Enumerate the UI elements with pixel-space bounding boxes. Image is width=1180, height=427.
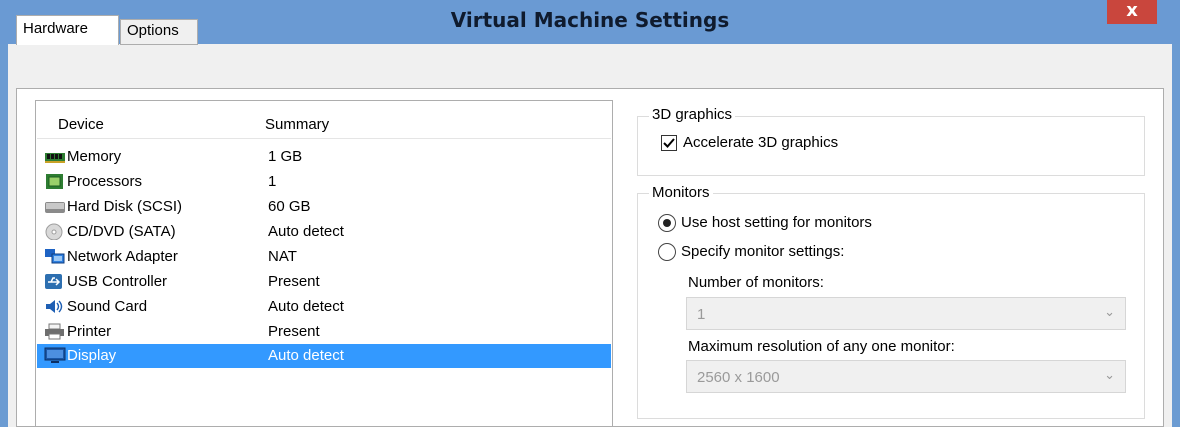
max-resolution-label: Maximum resolution of any one monitor: <box>688 338 955 355</box>
max-resolution-value: 2560 x 1600 <box>697 369 780 386</box>
device-summary: Present <box>268 323 320 340</box>
specify-monitor-radio[interactable] <box>658 243 676 261</box>
printer-icon <box>45 323 64 340</box>
display-icon <box>44 347 66 363</box>
device-summary: 1 GB <box>268 148 303 165</box>
tab-hardware[interactable]: Hardware <box>16 15 119 45</box>
device-name: Sound Card <box>67 298 148 315</box>
device-list[interactable]: Device Summary Memory 1 GB Processors 1 … <box>35 100 613 427</box>
number-of-monitors-value: 1 <box>697 306 706 323</box>
list-header: Device Summary <box>37 102 611 139</box>
chevron-down-icon: ⌄ <box>1104 367 1115 382</box>
max-resolution-select[interactable]: 2560 x 1600 ⌄ <box>686 360 1126 393</box>
sound-card-icon <box>46 300 63 313</box>
checkmark-icon <box>663 138 675 148</box>
accelerate-3d-checkbox[interactable] <box>661 135 677 151</box>
hard-disk-icon <box>45 202 65 213</box>
use-host-label[interactable]: Use host setting for monitors <box>681 214 872 231</box>
device-name: Printer <box>67 323 112 340</box>
device-name: Display <box>67 347 117 364</box>
device-name: CD/DVD (SATA) <box>67 223 176 240</box>
device-row-usb-controller[interactable]: USB Controller Present <box>37 270 611 294</box>
specify-monitor-label[interactable]: Specify monitor settings: <box>681 243 844 260</box>
device-name: Memory <box>67 148 122 165</box>
device-row-display[interactable]: Display Auto detect <box>37 344 611 368</box>
device-summary: Auto detect <box>268 347 344 364</box>
column-header-device[interactable]: Device <box>58 116 104 133</box>
close-button[interactable]: x <box>1107 0 1157 24</box>
device-summary: 1 <box>268 173 277 190</box>
monitors-group-label: Monitors <box>649 184 713 201</box>
device-row-hard-disk[interactable]: Hard Disk (SCSI) 60 GB <box>37 195 611 219</box>
use-host-radio[interactable] <box>658 214 676 232</box>
device-row-network-adapter[interactable]: Network Adapter NAT <box>37 245 611 269</box>
number-of-monitors-label: Number of monitors: <box>688 274 824 291</box>
device-summary: Auto detect <box>268 223 344 240</box>
device-name: USB Controller <box>67 273 168 290</box>
network-adapter-icon <box>45 249 65 264</box>
graphics-3d-group-label: 3D graphics <box>649 106 736 123</box>
device-name: Hard Disk (SCSI) <box>67 198 183 215</box>
device-row-cd-dvd[interactable]: CD/DVD (SATA) Auto detect <box>37 220 611 244</box>
device-name: Processors <box>67 173 143 190</box>
column-header-summary[interactable]: Summary <box>265 116 329 133</box>
usb-icon <box>45 274 62 289</box>
chevron-down-icon: ⌄ <box>1104 304 1115 319</box>
accelerate-3d-label[interactable]: Accelerate 3D graphics <box>683 134 838 151</box>
device-summary: 60 GB <box>268 198 311 215</box>
device-row-sound-card[interactable]: Sound Card Auto detect <box>37 295 611 319</box>
cd-dvd-icon <box>45 223 63 240</box>
device-summary: NAT <box>268 248 297 265</box>
number-of-monitors-select[interactable]: 1 ⌄ <box>686 297 1126 330</box>
device-row-processors[interactable]: Processors 1 <box>37 170 611 194</box>
device-name: Network Adapter <box>67 248 178 265</box>
memory-icon <box>45 153 65 163</box>
device-summary: Auto detect <box>268 298 344 315</box>
tab-options[interactable]: Options <box>120 19 198 45</box>
radio-selected-dot <box>663 219 671 227</box>
device-row-printer[interactable]: Printer Present <box>37 320 611 344</box>
device-summary: Present <box>268 273 320 290</box>
device-row-memory[interactable]: Memory 1 GB <box>37 145 611 169</box>
processor-icon <box>46 174 63 189</box>
